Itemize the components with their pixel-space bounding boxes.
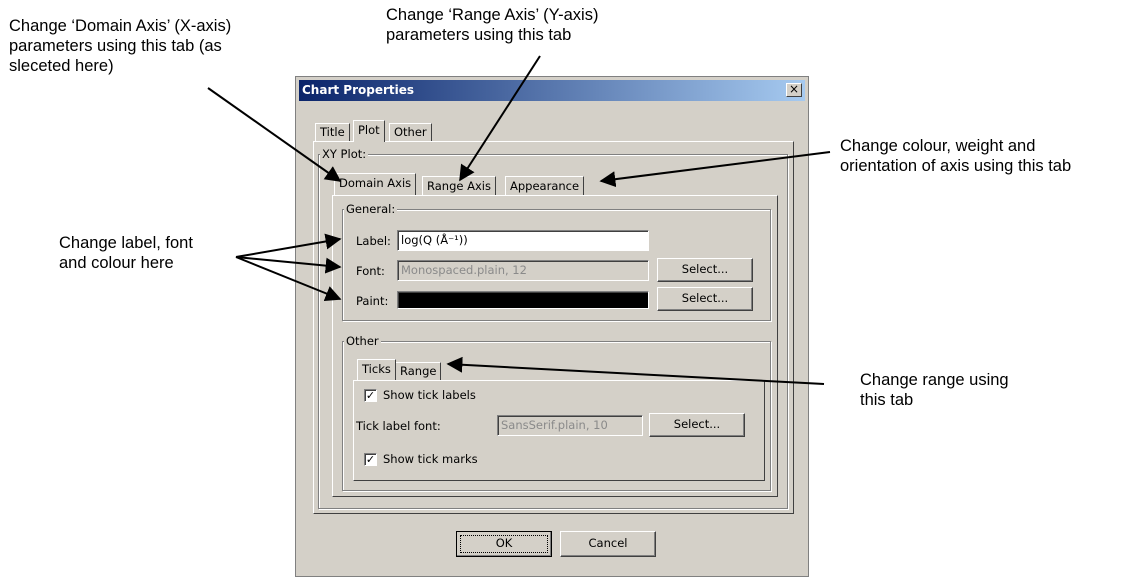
dialog-title: Chart Properties [302,83,415,97]
close-button[interactable]: × [786,83,802,97]
checkmark-icon: ✓ [365,389,376,402]
annotation-appearance: Change colour, weight and orientation of… [840,137,1072,175]
ok-button[interactable]: OK [456,531,552,557]
show-tick-labels-checkbox[interactable]: ✓ [364,389,377,402]
xy-plot-label: XY Plot: [320,147,369,161]
show-tick-marks-label: Show tick marks [383,452,478,466]
tab-range-axis[interactable]: Range Axis [422,176,496,195]
title-bar: Chart Properties × [299,80,805,101]
ticks-panel: ✓ Show tick labels Tick label font: Sans… [353,380,765,481]
show-tick-labels-label: Show tick labels [383,388,476,402]
tab-other[interactable]: Other [389,123,432,141]
checkmark-icon: ✓ [365,453,376,466]
label-input[interactable]: log(Q (Å⁻¹)) [397,230,649,251]
tab-ticks[interactable]: Ticks [357,359,396,380]
annotation-label-font-colour: Change label, font and colour here [59,234,193,272]
show-tick-marks-checkbox[interactable]: ✓ [364,453,377,466]
label-caption: Label: [356,234,391,248]
other-label: Other [344,334,381,348]
font-field: Monospaced.plain, 12 [397,260,649,281]
tab-appearance[interactable]: Appearance [505,176,585,195]
chart-properties-dialog: Chart Properties × Title Plot Other XY P… [295,76,809,577]
tab-title[interactable]: Title [315,123,350,141]
tab-range[interactable]: Range [395,362,442,380]
paint-caption: Paint: [356,294,389,308]
paint-select-button[interactable]: Select... [657,287,753,311]
cancel-button[interactable]: Cancel [560,531,656,557]
domain-axis-panel: General: Label: log(Q (Å⁻¹)) Font: Monos… [332,195,778,497]
font-caption: Font: [356,264,385,278]
annotation-domain-axis: Change ‘Domain Axis’ (X-axis) parameters… [9,17,232,75]
close-icon: × [788,82,800,96]
paint-swatch[interactable] [397,291,649,309]
tab-plot[interactable]: Plot [353,120,385,142]
annotation-range-subtab: Change range using this tab [860,371,1009,409]
plot-panel: XY Plot: Domain Axis Range Axis Appearan… [313,141,794,514]
tick-label-font-field: SansSerif.plain, 10 [497,415,643,436]
annotation-range-axis: Change ‘Range Axis’ (Y-axis) parameters … [386,6,599,44]
tab-domain-axis[interactable]: Domain Axis [334,173,417,195]
tick-label-font-caption: Tick label font: [356,419,441,433]
font-select-button[interactable]: Select... [657,258,753,282]
general-label: General: [344,202,398,216]
tick-font-select-button[interactable]: Select... [649,413,745,437]
